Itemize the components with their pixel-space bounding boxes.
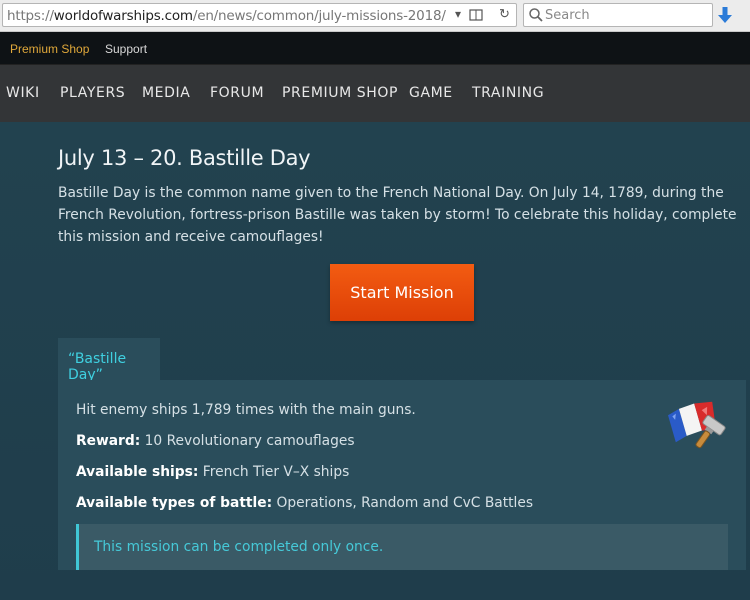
support-link[interactable]: Support [105,42,147,56]
dropdown-arrow-icon[interactable]: ▾ [455,7,461,21]
ships-label: Available ships: [76,464,199,480]
start-mission-button[interactable]: Start Mission [330,264,474,321]
main-nav: WIKI PLAYERS MEDIA FORUM PREMIUM SHOP GA… [0,64,750,122]
premium-shop-link[interactable]: Premium Shop [10,42,89,56]
url-prefix: https:// [7,8,54,24]
battle-label: Available types of battle: [76,495,273,511]
url-text: https://worldofwarships.com/en/news/comm… [7,8,446,24]
mission-ships: Available ships: French Tier V–X ships [76,464,349,480]
mission-panel: Hit enemy ships 1,789 times with the mai… [58,380,746,570]
tab-bastille-day[interactable]: “Bastille Day” [58,338,160,383]
reward-value: 10 Revolutionary camouflages [144,433,355,449]
mission-battle-types: Available types of battle: Operations, R… [76,495,533,511]
browser-search-box[interactable]: Search [523,3,713,27]
camouflage-icon [668,401,726,449]
notice-text: This mission can be completed only once. [94,539,384,555]
top-link-bar: Premium Shop Support [0,32,750,64]
address-bar[interactable]: https://worldofwarships.com/en/news/comm… [2,3,517,27]
article-title: July 13 – 20. Bastille Day [58,146,311,170]
nav-item-premium-shop[interactable]: PREMIUM SHOP [282,85,398,101]
tab-label: “Bastille Day” [68,351,127,383]
mission-task: Hit enemy ships 1,789 times with the mai… [76,402,416,418]
article-content: July 13 – 20. Bastille Day Bastille Day … [0,122,750,600]
download-icon[interactable] [716,5,734,25]
search-icon [529,8,543,22]
nav-item-wiki[interactable]: WIKI [6,85,40,101]
browser-toolbar: https://worldofwarships.com/en/news/comm… [0,0,750,32]
mission-notice: This mission can be completed only once. [76,524,728,570]
nav-item-training[interactable]: TRAINING [472,85,544,101]
ships-value: French Tier V–X ships [202,464,350,480]
nav-item-game[interactable]: GAME [409,85,453,101]
nav-item-forum[interactable]: FORUM [210,85,264,101]
reload-icon[interactable]: ↻ [499,6,510,22]
mission-reward: Reward: 10 Revolutionary camouflages [76,433,355,449]
nav-item-media[interactable]: MEDIA [142,85,190,101]
url-path: /en/news/common/july-missions-2018/ [192,8,446,24]
reader-view-icon[interactable] [469,8,483,22]
article-description: Bastille Day is the common name given to… [58,185,737,245]
search-placeholder: Search [545,8,590,23]
nav-item-players[interactable]: PLAYERS [60,85,125,101]
battle-value: Operations, Random and CvC Battles [276,495,534,511]
url-host: worldofwarships.com [53,8,193,24]
reward-label: Reward: [76,433,141,449]
